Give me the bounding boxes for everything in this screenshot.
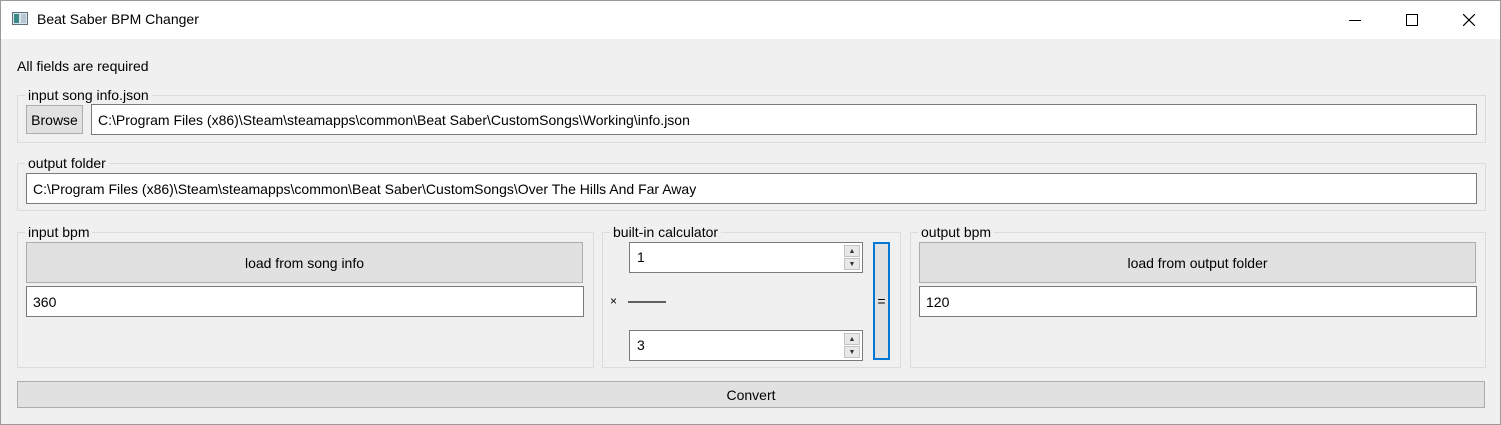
numerator-increment-button[interactable]: ▲ (844, 245, 860, 257)
load-from-song-info-button[interactable]: load from song info (26, 242, 583, 283)
close-icon (1463, 14, 1475, 26)
input-bpm-group-label: input bpm (25, 224, 93, 240)
minimize-button[interactable] (1327, 1, 1385, 39)
equals-button[interactable]: = (873, 242, 890, 360)
numerator-spinner-arrows: ▲ ▼ (844, 245, 860, 270)
denominator-increment-button[interactable]: ▲ (844, 333, 860, 345)
arrow-up-icon: ▲ (848, 335, 856, 343)
numerator-value: 1 (637, 249, 645, 265)
multiply-symbol: × (610, 294, 618, 308)
arrow-down-icon: ▼ (848, 260, 856, 268)
browse-button[interactable]: Browse (26, 105, 83, 134)
input-bpm-field[interactable] (26, 286, 584, 317)
close-button[interactable] (1441, 1, 1499, 39)
calculator-group-label: built-in calculator (610, 224, 722, 240)
convert-button[interactable]: Convert (17, 381, 1485, 408)
numerator-spinner[interactable]: 1 ▲ ▼ (629, 242, 863, 273)
maximize-button[interactable] (1384, 1, 1442, 39)
load-from-output-folder-button[interactable]: load from output folder (919, 242, 1476, 283)
denominator-spinner[interactable]: 3 ▲ ▼ (629, 330, 863, 361)
numerator-decrement-button[interactable]: ▼ (844, 258, 860, 270)
output-bpm-group-label: output bpm (918, 224, 995, 240)
app-window: Beat Saber BPM Changer All fields are re… (0, 0, 1501, 425)
denominator-value: 3 (637, 337, 645, 353)
output-folder-group-label: output folder (25, 155, 109, 171)
arrow-up-icon: ▲ (848, 247, 856, 255)
denominator-decrement-button[interactable]: ▼ (844, 346, 860, 358)
window-title: Beat Saber BPM Changer (37, 11, 199, 27)
arrow-down-icon: ▼ (848, 348, 856, 356)
title-bar[interactable]: Beat Saber BPM Changer (1, 1, 1500, 39)
minimize-icon (1349, 20, 1361, 21)
app-icon (12, 12, 28, 25)
fraction-line (628, 301, 666, 303)
denominator-spinner-arrows: ▲ ▼ (844, 333, 860, 358)
maximize-icon (1406, 14, 1418, 26)
output-folder-path-field[interactable] (26, 173, 1477, 204)
output-bpm-field[interactable] (919, 286, 1477, 317)
input-song-path-field[interactable] (91, 104, 1477, 135)
required-notice: All fields are required (17, 58, 149, 74)
input-song-group-label: input song info.json (25, 87, 152, 103)
